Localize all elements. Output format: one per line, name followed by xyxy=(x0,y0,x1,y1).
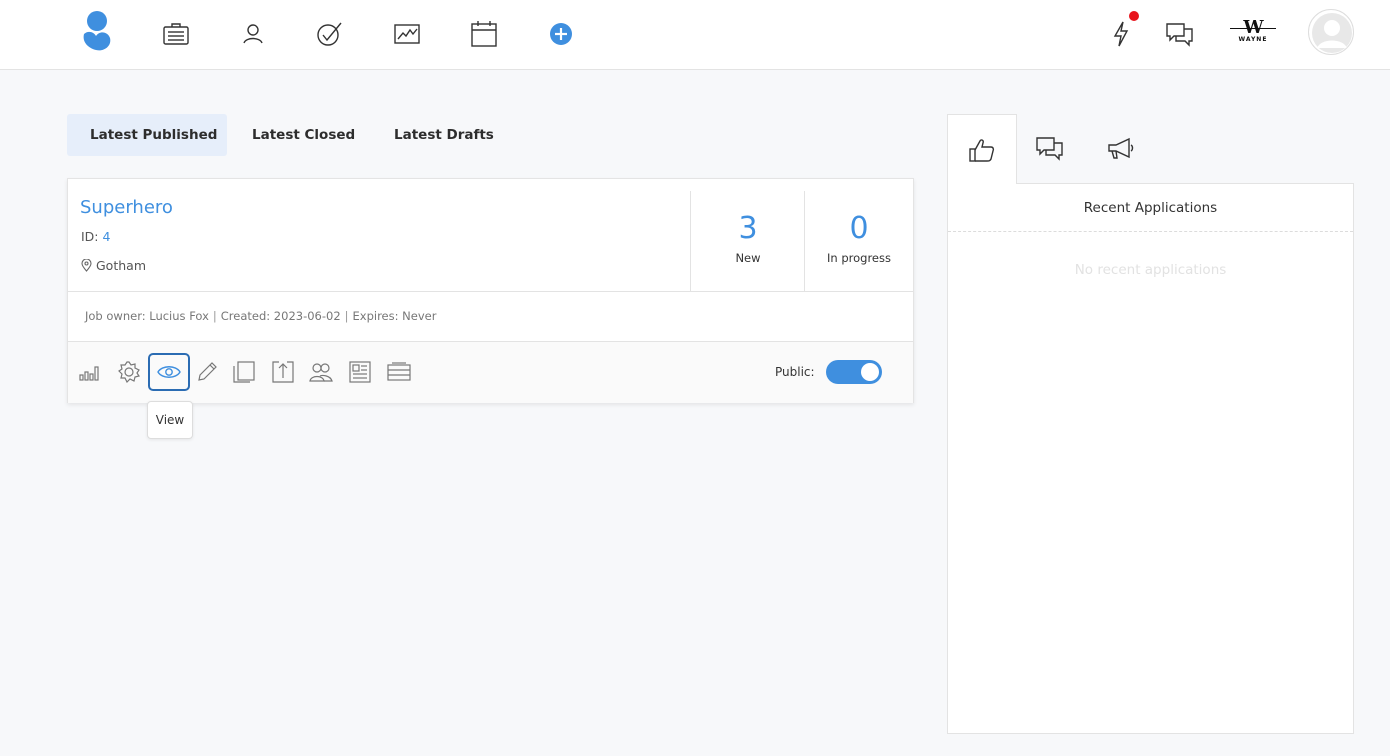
tab-latest-drafts[interactable]: Latest Drafts xyxy=(371,114,517,156)
chat-icon xyxy=(1036,137,1063,161)
report-icon[interactable] xyxy=(345,357,375,387)
stats-icon[interactable] xyxy=(75,357,105,387)
stat-new-label: New xyxy=(735,251,761,265)
archive-icon[interactable] xyxy=(384,357,414,387)
toggle-knob xyxy=(861,363,879,381)
empty-state-text: No recent applications xyxy=(1074,262,1227,278)
location-pin-icon xyxy=(81,259,92,272)
job-owner: Job owner: Lucius Fox xyxy=(85,309,209,323)
tab-announcements[interactable] xyxy=(1086,114,1156,184)
stat-new[interactable]: 3 New xyxy=(692,191,804,291)
thumbs-up-icon xyxy=(969,138,995,162)
stat-in-progress-label: In progress xyxy=(827,251,891,265)
stat-in-progress[interactable]: 0 In progress xyxy=(805,191,913,291)
job-created: Created: 2023-06-02 xyxy=(220,309,341,323)
job-meta: Job owner: Lucius Fox | Created: 2023-06-0… xyxy=(85,309,437,323)
add-icon[interactable] xyxy=(539,12,583,56)
job-id-label: ID: xyxy=(81,229,99,244)
job-location-text: Gotham xyxy=(96,258,146,273)
job-id: ID: 4 xyxy=(81,229,110,244)
stat-in-progress-value: 0 xyxy=(849,211,869,246)
megaphone-icon xyxy=(1108,137,1134,159)
panel-title: Recent Applications xyxy=(948,184,1353,232)
job-expires: Expires: Never xyxy=(352,309,437,323)
tab-recent-applications[interactable] xyxy=(947,114,1017,184)
top-navbar: W WAYNE xyxy=(0,0,1390,70)
notification-badge xyxy=(1129,11,1139,21)
settings-icon[interactable] xyxy=(114,357,144,387)
job-location: Gotham xyxy=(81,258,146,273)
tasks-icon[interactable] xyxy=(308,12,352,56)
calendar-icon[interactable] xyxy=(462,12,506,56)
job-id-value: 4 xyxy=(102,229,111,244)
user-avatar[interactable] xyxy=(1308,9,1354,55)
brand-name: WAYNE xyxy=(1238,36,1268,43)
view-tooltip: View xyxy=(147,401,193,439)
recent-applications-panel: Recent Applications No recent applicatio… xyxy=(947,183,1354,734)
copy-icon[interactable] xyxy=(229,357,259,387)
public-toggle[interactable] xyxy=(826,360,882,384)
stat-new-value: 3 xyxy=(738,211,758,246)
job-actions-bar: Public: xyxy=(68,342,913,403)
tab-latest-closed[interactable]: Latest Closed xyxy=(229,114,378,156)
view-icon[interactable] xyxy=(148,353,190,391)
company-logo[interactable]: W WAYNE xyxy=(1228,14,1278,48)
export-icon[interactable] xyxy=(268,357,298,387)
jobs-icon[interactable] xyxy=(154,12,198,56)
tab-latest-published[interactable]: Latest Published xyxy=(67,114,227,156)
job-card: Superhero ID: 4 Gotham 3 New 0 In progre… xyxy=(67,178,914,403)
team-icon[interactable] xyxy=(306,357,336,387)
reports-icon[interactable] xyxy=(385,12,429,56)
edit-icon[interactable] xyxy=(192,357,222,387)
public-label: Public: xyxy=(775,365,815,379)
tab-recent-messages[interactable] xyxy=(1015,114,1085,184)
messages-icon[interactable] xyxy=(1158,12,1202,56)
app-logo[interactable] xyxy=(78,10,118,54)
job-title[interactable]: Superhero xyxy=(80,197,173,218)
candidates-icon[interactable] xyxy=(231,12,275,56)
